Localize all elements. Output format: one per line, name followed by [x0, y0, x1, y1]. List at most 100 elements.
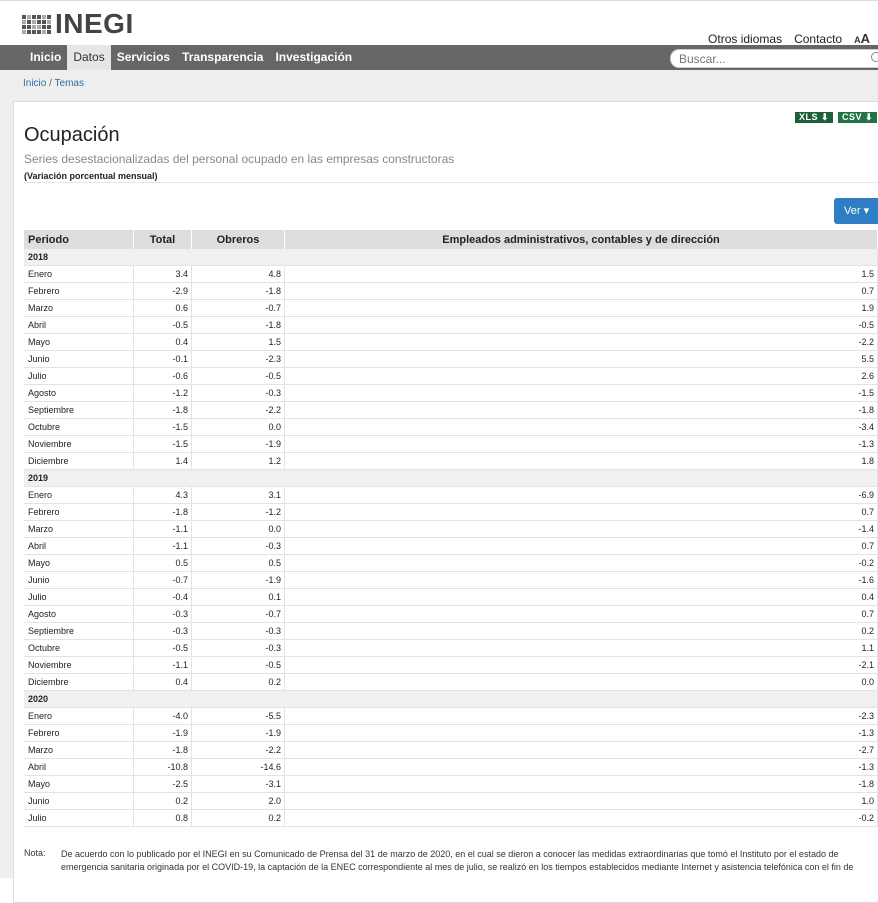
cell-periodo: Diciembre: [24, 673, 134, 691]
cell-empleados: -2.3: [284, 707, 878, 725]
cell-empleados: -2.2: [284, 333, 878, 351]
cell-obreros: -2.3: [191, 350, 285, 368]
search-input[interactable]: [671, 50, 859, 68]
table-row: Septiembre -1.8 -2.2 -1.8: [24, 401, 878, 419]
cell-obreros: -0.3: [191, 639, 285, 657]
utility-links: Otros idiomas Contacto AA: [708, 31, 870, 46]
breadcrumb-separator: /: [49, 78, 52, 89]
cell-obreros: -0.7: [191, 299, 285, 317]
table-row: Agosto -0.3 -0.7 0.7: [24, 605, 878, 623]
cell-empleados: 0.7: [284, 282, 878, 300]
cell-total: -0.3: [133, 605, 192, 623]
cell-empleados: -0.2: [284, 554, 878, 572]
cell-empleados: -2.1: [284, 656, 878, 674]
cell-obreros: 0.0: [191, 418, 285, 436]
cell-periodo: Septiembre: [24, 401, 134, 419]
cell-periodo: Febrero: [24, 503, 134, 521]
cell-total: -1.1: [133, 537, 192, 555]
link-otros-idiomas[interactable]: Otros idiomas: [708, 32, 782, 46]
ver-dropdown-button[interactable]: Ver ▾: [834, 198, 878, 224]
cell-periodo: Mayo: [24, 554, 134, 572]
cell-total: -0.3: [133, 622, 192, 640]
cell-empleados: -3.4: [284, 418, 878, 436]
table-row: Noviembre -1.1 -0.5 -2.1: [24, 656, 878, 674]
search-box: [670, 49, 878, 68]
cell-empleados: -1.8: [284, 775, 878, 793]
cell-obreros: -0.7: [191, 605, 285, 623]
table-row: Julio -0.4 0.1 0.4: [24, 588, 878, 606]
search-icon[interactable]: [871, 52, 878, 62]
cell-total: -0.6: [133, 367, 192, 385]
cell-periodo: Abril: [24, 537, 134, 555]
cell-periodo: Marzo: [24, 299, 134, 317]
cell-periodo: Julio: [24, 367, 134, 385]
data-table: Periodo Total Obreros Empleados administ…: [24, 230, 878, 827]
divider: [24, 182, 878, 183]
cell-total: -0.1: [133, 350, 192, 368]
cell-obreros: 2.0: [191, 792, 285, 810]
cell-periodo: Junio: [24, 350, 134, 368]
cell-obreros: -0.3: [191, 622, 285, 640]
cell-empleados: 1.5: [284, 265, 878, 283]
cell-empleados: -0.2: [284, 809, 878, 827]
breadcrumb-home[interactable]: Inicio: [23, 78, 46, 89]
cell-empleados: 0.0: [284, 673, 878, 691]
header-obreros[interactable]: Obreros: [191, 230, 285, 249]
cell-empleados: 5.5: [284, 350, 878, 368]
cell-total: -0.5: [133, 639, 192, 657]
nav-servicios[interactable]: Servicios: [111, 45, 176, 70]
table-row: Junio -0.7 -1.9 -1.6: [24, 571, 878, 589]
table-row: Abril -1.1 -0.3 0.7: [24, 537, 878, 555]
cell-total: 0.8: [133, 809, 192, 827]
cell-empleados: 0.2: [284, 622, 878, 640]
year-label: 2018: [24, 249, 878, 266]
logo-mark-icon: [22, 14, 51, 34]
year-row: 2018: [24, 249, 878, 266]
cell-obreros: -1.8: [191, 282, 285, 300]
cell-empleados: -6.9: [284, 486, 878, 504]
font-size-toggle[interactable]: AA: [854, 31, 870, 46]
nav-transparencia[interactable]: Transparencia: [176, 45, 269, 70]
table-row: Febrero -2.9 -1.8 0.7: [24, 282, 878, 300]
cell-periodo: Enero: [24, 265, 134, 283]
table-row: Diciembre 1.4 1.2 1.8: [24, 452, 878, 470]
cell-obreros: 0.5: [191, 554, 285, 572]
download-csv-button[interactable]: CSV ⬇: [838, 112, 878, 123]
cell-empleados: -1.3: [284, 435, 878, 453]
link-contacto[interactable]: Contacto: [794, 32, 842, 46]
cell-total: -1.5: [133, 418, 192, 436]
cell-empleados: -2.7: [284, 741, 878, 759]
cell-obreros: -1.8: [191, 316, 285, 334]
cell-total: -2.5: [133, 775, 192, 793]
cell-total: -1.1: [133, 520, 192, 538]
cell-periodo: Marzo: [24, 741, 134, 759]
nav-investigacion[interactable]: Investigación: [269, 45, 358, 70]
cell-periodo: Diciembre: [24, 452, 134, 470]
inegi-logo[interactable]: INEGI: [22, 8, 134, 40]
cell-obreros: -5.5: [191, 707, 285, 725]
header-total[interactable]: Total: [133, 230, 192, 249]
nav-datos[interactable]: Datos: [67, 45, 111, 70]
breadcrumb-current[interactable]: Temas: [55, 78, 84, 89]
cell-periodo: Enero: [24, 486, 134, 504]
download-xls-button[interactable]: XLS ⬇: [795, 112, 834, 123]
page-subtitle: Series desestacionalizadas del personal …: [24, 152, 455, 166]
table-row: Agosto -1.2 -0.3 -1.5: [24, 384, 878, 402]
header-empleados[interactable]: Empleados administrativos, contables y d…: [284, 230, 878, 249]
cell-empleados: -1.6: [284, 571, 878, 589]
year-label: 2020: [24, 690, 878, 708]
cell-periodo: Febrero: [24, 724, 134, 742]
cell-total: -1.2: [133, 384, 192, 402]
cell-empleados: 0.4: [284, 588, 878, 606]
cell-total: -1.1: [133, 656, 192, 674]
cell-obreros: 4.8: [191, 265, 285, 283]
table-row: Marzo -1.1 0.0 -1.4: [24, 520, 878, 538]
cell-total: -1.8: [133, 503, 192, 521]
cell-total: -2.9: [133, 282, 192, 300]
year-label: 2019: [24, 469, 878, 487]
cell-empleados: -1.5: [284, 384, 878, 402]
cell-empleados: -1.8: [284, 401, 878, 419]
header-periodo[interactable]: Periodo: [24, 230, 134, 249]
nav-inicio[interactable]: Inicio: [24, 45, 67, 70]
cell-obreros: -1.9: [191, 571, 285, 589]
